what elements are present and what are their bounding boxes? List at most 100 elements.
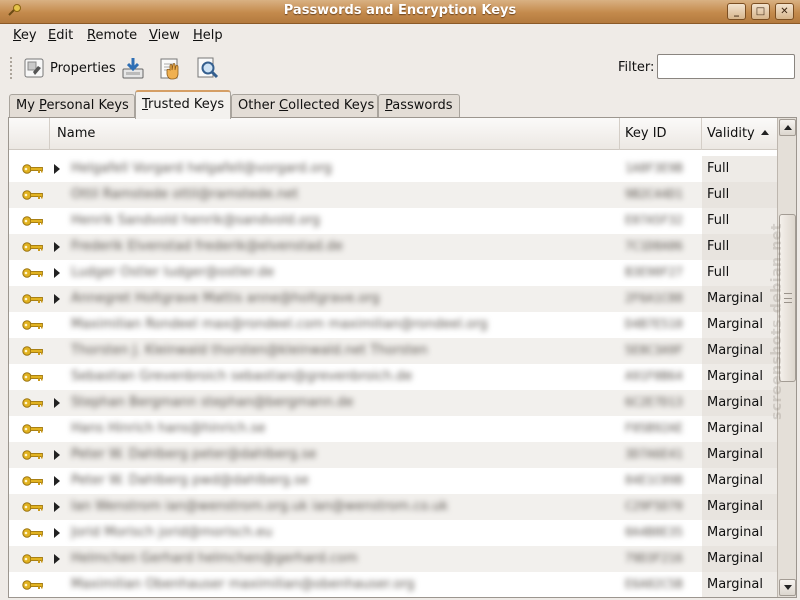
key-validity: Marginal <box>702 312 777 338</box>
key-id: 2F6A1C88 <box>625 291 683 305</box>
key-row[interactable]: Maximilian Rondeel max@rondeel.com maxim… <box>9 312 777 338</box>
key-row[interactable]: Henrik Sandvold henrik@sandvold.org E07A5… <box>9 208 777 234</box>
sort-ascending-icon <box>760 130 769 135</box>
key-row[interactable]: Peter W. Dahlberg pwd@dahlberg.se 84E1C09… <box>9 468 777 494</box>
key-icon <box>22 189 44 201</box>
key-icon <box>22 397 44 409</box>
menu-edit[interactable]: Edit <box>48 28 73 43</box>
toolbar-grip[interactable] <box>9 56 13 80</box>
expander-icon[interactable] <box>54 502 60 512</box>
expander-icon[interactable] <box>54 476 60 486</box>
key-validity: Full <box>702 208 777 234</box>
filter-label: Filter: <box>618 60 655 75</box>
tab-passwords[interactable]: Passwords <box>378 94 460 118</box>
key-name: Helgafell Vorgard helgafell@vorgard.org <box>71 161 332 176</box>
close-button[interactable]: ✕ <box>775 3 794 20</box>
menu-view[interactable]: View <box>149 28 180 43</box>
properties-label: Properties <box>50 60 116 76</box>
key-row[interactable]: Ian Wenstrom ian@wenstrom.org.uk ian@wen… <box>9 494 777 520</box>
key-name: Ludger Ostler ludger@ostler.de <box>71 265 275 280</box>
key-name: Sebastian Grevenbroich sebastian@grevenb… <box>71 369 413 384</box>
key-name: Annegret Holtgrave Mattis anne@holtgrave… <box>71 291 380 306</box>
key-icon <box>22 553 44 565</box>
key-row[interactable]: Helgafell Vorgard helgafell@vorgard.org 1… <box>9 156 777 182</box>
key-validity: Marginal <box>702 286 777 312</box>
key-row[interactable]: Helmchen Gerhard helmchen@gerhard.com 79D… <box>9 546 777 572</box>
key-row[interactable]: Sebastian Grevenbroich sebastian@grevenb… <box>9 364 777 390</box>
menu-key[interactable]: Key <box>13 28 37 43</box>
key-row[interactable]: Ludger Ostler ludger@ostler.de B3E90F27 Fu… <box>9 260 777 286</box>
key-row[interactable]: Jorid Morisch jorid@morisch.eu 0A4B8E35 Ma… <box>9 520 777 546</box>
key-row[interactable]: Annegret Holtgrave Mattis anne@holtgrave… <box>9 286 777 312</box>
key-row[interactable]: Peter W. Dahlberg peter@dahlberg.se 3D7A6… <box>9 442 777 468</box>
column-header-keyid[interactable]: Key ID <box>620 118 702 150</box>
expander-icon[interactable] <box>54 294 60 304</box>
key-icon <box>22 527 44 539</box>
key-row[interactable]: Maximilian Obenhauser maximilian@obenhau… <box>9 572 777 597</box>
key-list: Helgafell Vorgard helgafell@vorgard.org 1… <box>9 150 777 597</box>
key-icon <box>22 371 44 383</box>
column-header-icon[interactable] <box>9 118 50 150</box>
properties-icon <box>24 58 44 78</box>
key-row[interactable]: Ottil Ramstede ottil@ramstede.net 9B2C44D… <box>9 182 777 208</box>
scroll-up-button[interactable] <box>779 119 796 136</box>
scroll-down-button[interactable] <box>779 579 796 596</box>
key-id: C29F5D70 <box>625 499 683 513</box>
sign-key-button[interactable] <box>159 53 183 83</box>
key-id: 7C1D8A06 <box>625 239 683 253</box>
key-id: 84E1C09B <box>625 473 683 487</box>
expander-icon[interactable] <box>54 164 60 174</box>
vertical-scrollbar[interactable] <box>777 118 796 597</box>
key-name: Maximilian Rondeel max@rondeel.com maxim… <box>71 317 488 332</box>
scrollbar-thumb[interactable] <box>779 214 796 382</box>
column-header-validity[interactable]: Validity <box>702 118 777 150</box>
tab-trusted-keys[interactable]: Trusted Keys <box>135 90 231 119</box>
key-icon <box>22 319 44 331</box>
key-id: 79D3F216 <box>625 551 683 565</box>
key-name: Ottil Ramstede ottil@ramstede.net <box>71 187 299 202</box>
key-name: Henrik Sandvold henrik@sandvold.org <box>71 213 321 228</box>
menu-help[interactable]: Help <box>193 28 223 43</box>
key-name: Ian Wenstrom ian@wenstrom.org.uk ian@wen… <box>71 499 449 514</box>
expander-icon[interactable] <box>54 398 60 408</box>
key-validity: Full <box>702 234 777 260</box>
filter-input[interactable] <box>657 54 795 79</box>
minimize-button[interactable]: _ <box>727 3 746 20</box>
expander-icon[interactable] <box>54 528 60 538</box>
key-icon <box>22 501 44 513</box>
toolbar: Properties Filter: <box>0 49 800 87</box>
key-row[interactable]: Thorsten J. Kleinwald thorsten@kleinwald… <box>9 338 777 364</box>
find-remote-keys-button[interactable] <box>196 53 220 83</box>
key-name: Hans Hinrich hans@hinrich.se <box>71 421 266 436</box>
key-id: 0A4B8E35 <box>625 525 683 539</box>
key-id: A91F0B64 <box>625 369 683 383</box>
key-icon <box>22 215 44 227</box>
import-button[interactable] <box>121 53 145 83</box>
maximize-button[interactable]: □ <box>751 3 770 20</box>
key-validity: Marginal <box>702 338 777 364</box>
key-name: Thorsten J. Kleinwald thorsten@kleinwald… <box>71 343 428 358</box>
key-row[interactable]: Frederik Elvenstad frederik@elvenstad.de… <box>9 234 777 260</box>
tab-other-collected-keys[interactable]: Other Collected Keys <box>231 94 378 118</box>
search-remote-icon <box>197 57 219 79</box>
key-row[interactable]: Stephan Bergmann stephan@bergmann.de 6C2E… <box>9 390 777 416</box>
tab-my-personal-keys[interactable]: My Personal Keys <box>9 94 135 118</box>
column-header-name[interactable]: Name <box>50 118 620 150</box>
key-validity: Marginal <box>702 442 777 468</box>
expander-icon[interactable] <box>54 554 60 564</box>
key-icon <box>22 293 44 305</box>
key-row[interactable]: Hans Hinrich hans@hinrich.se F05B92AE Marg… <box>9 416 777 442</box>
window-title: Passwords and Encryption Keys <box>283 3 517 18</box>
menu-bar: Key Edit Remote View Help <box>0 24 800 49</box>
expander-icon[interactable] <box>54 242 60 252</box>
key-id: 1A8F3E9B <box>625 161 683 175</box>
menu-remote[interactable]: Remote <box>87 28 137 43</box>
import-icon <box>122 58 144 79</box>
key-id: 9B2C44D1 <box>625 187 683 201</box>
tab-bar: My Personal Keys Trusted Keys Other Coll… <box>0 89 800 119</box>
key-validity: Full <box>702 260 777 286</box>
expander-icon[interactable] <box>54 450 60 460</box>
key-validity: Marginal <box>702 468 777 494</box>
expander-icon[interactable] <box>54 268 60 278</box>
properties-button[interactable]: Properties <box>22 53 116 83</box>
